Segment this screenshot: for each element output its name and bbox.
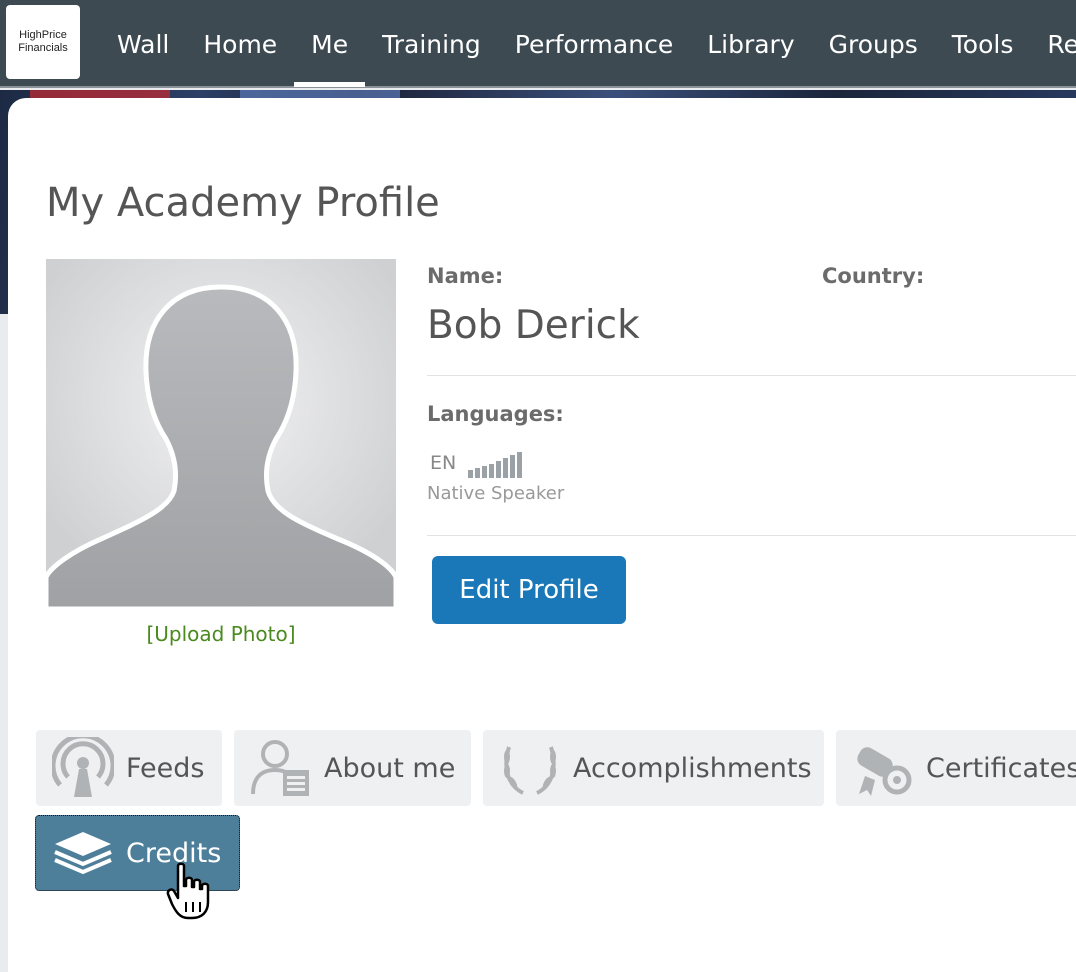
signal-strength-icon [468, 452, 522, 478]
tab-about-me[interactable]: About me [234, 730, 471, 806]
nav-item-me[interactable]: Me [294, 0, 366, 88]
nav-item-library[interactable]: Library [690, 0, 811, 88]
edit-profile-button[interactable]: Edit Profile [432, 556, 626, 624]
divider [427, 535, 1076, 536]
nav-item-training[interactable]: Training [365, 0, 498, 88]
name-value: Bob Derick [427, 303, 640, 348]
nav-item-home[interactable]: Home [186, 0, 294, 88]
tab-about-me-label: About me [324, 752, 456, 784]
company-logo[interactable]: HighPrice Financials [6, 5, 80, 79]
avatar [46, 259, 396, 609]
avatar-silhouette-icon [46, 259, 396, 609]
upload-photo-link[interactable]: [Upload Photo] [46, 622, 396, 646]
tab-accomplishments-label: Accomplishments [573, 752, 812, 784]
nav-item-wall[interactable]: Wall [100, 0, 186, 88]
language-level: Native Speaker [427, 483, 565, 504]
language-code: EN [430, 452, 457, 474]
diploma-icon [848, 733, 918, 803]
tab-certificates-label: Certificates [926, 752, 1076, 784]
laurel-icon [495, 733, 565, 803]
nav-item-performance[interactable]: Performance [498, 0, 690, 88]
divider [427, 375, 1076, 376]
tab-feeds-label: Feeds [126, 752, 205, 784]
name-label: Name: [427, 264, 504, 288]
tab-certificates[interactable]: Certificates [836, 730, 1076, 806]
top-navigation-bar: HighPrice Financials Wall Home Me Traini… [0, 0, 1076, 88]
user-card-icon [246, 733, 316, 803]
tab-accomplishments[interactable]: Accomplishments [483, 730, 824, 806]
logo-line-1: HighPrice [19, 29, 67, 41]
hand-pointer-cursor-icon [166, 862, 210, 920]
page-title: My Academy Profile [46, 180, 440, 226]
tab-feeds[interactable]: Feeds [36, 730, 222, 806]
nav-item-tools[interactable]: Tools [935, 0, 1031, 88]
layers-icon [48, 818, 118, 888]
main-nav: Wall Home Me Training Performance Librar… [100, 0, 1076, 88]
languages-label: Languages: [427, 402, 564, 426]
nav-item-groups[interactable]: Groups [812, 0, 935, 88]
country-label: Country: [822, 264, 925, 288]
nav-item-reports[interactable]: Rep [1030, 0, 1076, 88]
logo-line-2: Financials [18, 42, 68, 54]
broadcast-icon [48, 733, 118, 803]
